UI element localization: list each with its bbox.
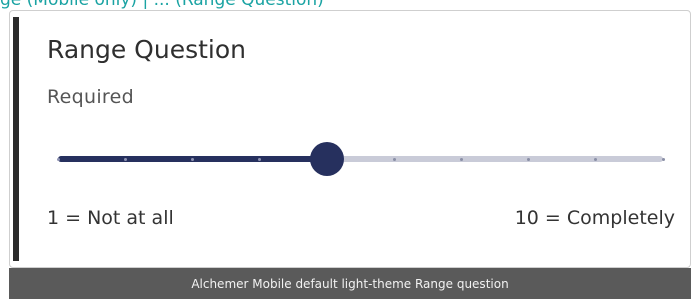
question-title: Range Question [47, 35, 246, 64]
range-slider[interactable] [56, 139, 665, 179]
card-accent-bar [13, 17, 19, 261]
range-question-card: Range Question Required 1 = Not at all 1… [9, 10, 691, 268]
slider-tick [56, 158, 60, 161]
image-caption: Alchemer Mobile default light-theme Rang… [9, 268, 691, 299]
slider-thumb[interactable] [309, 142, 344, 176]
max-label: 10 = Completely [514, 207, 675, 229]
slider-tick [459, 158, 463, 161]
required-label: Required [47, 86, 134, 108]
slider-tick [190, 158, 194, 161]
min-label: 1 = Not at all [47, 207, 174, 229]
slider-tick [123, 158, 127, 161]
slider-tick [661, 158, 665, 161]
top-link[interactable]: ge (Mobile only) | ... (Range Question) [0, 0, 324, 10]
slider-tick [392, 158, 396, 161]
